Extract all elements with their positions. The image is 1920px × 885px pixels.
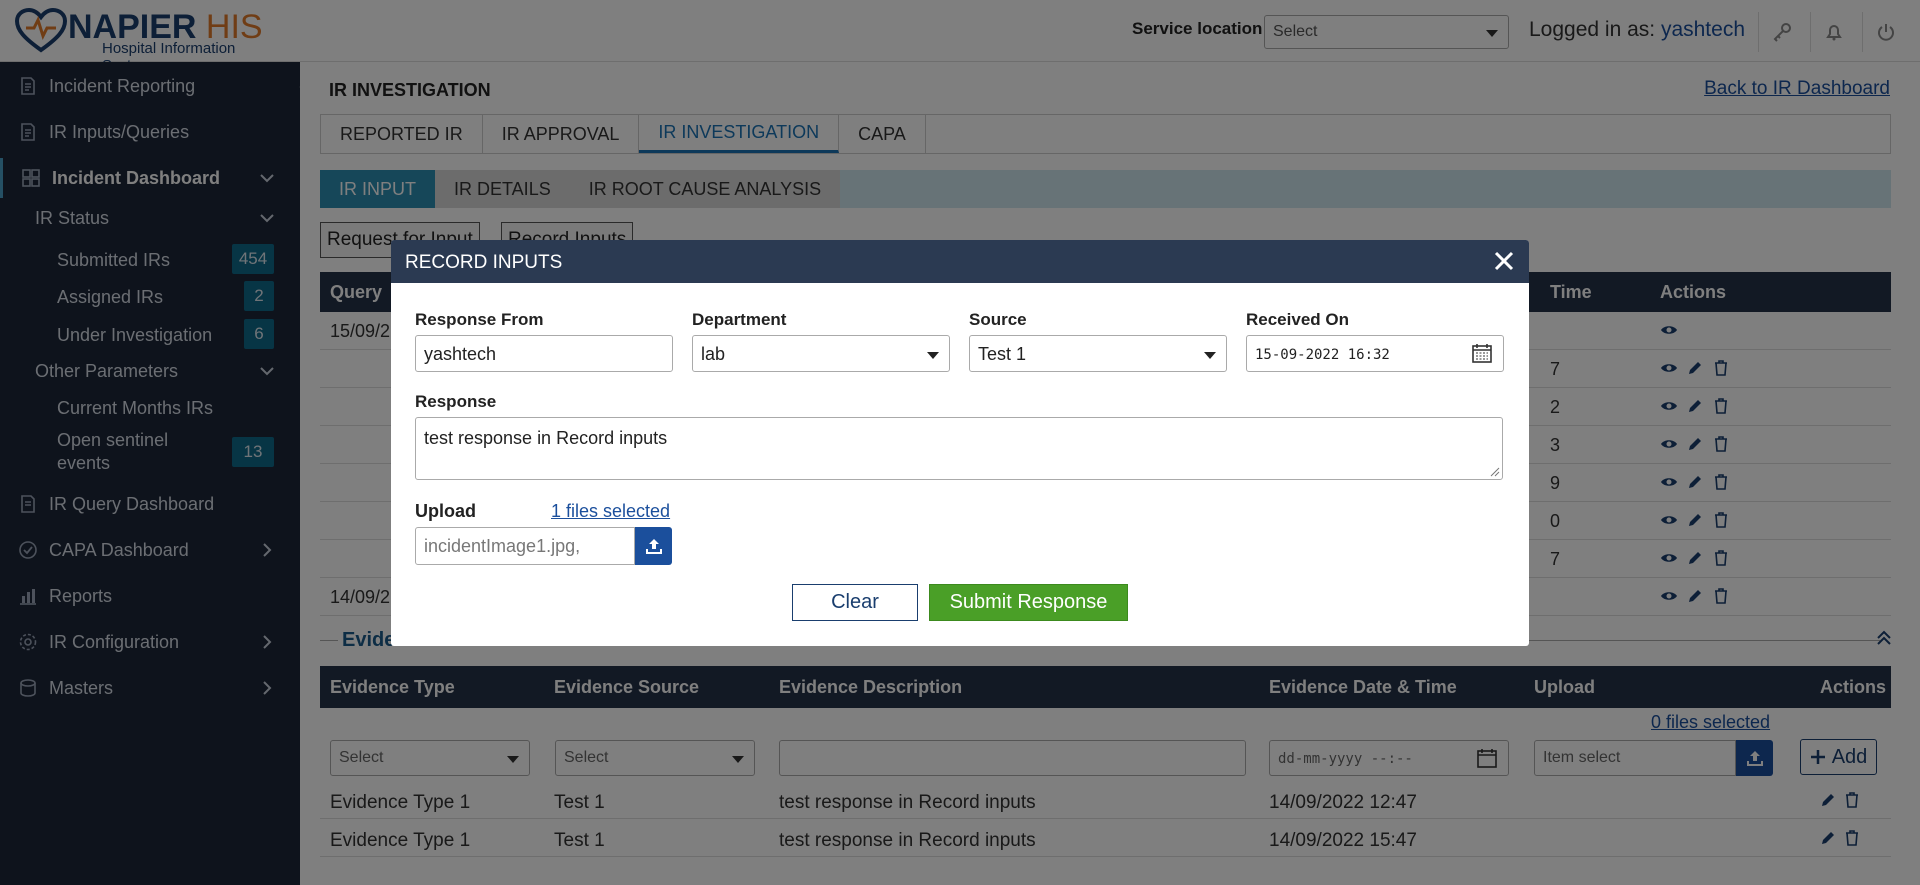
- source-label: Source: [969, 310, 1027, 329]
- clear-button[interactable]: Clear: [792, 584, 918, 621]
- response-value: test response in Record inputs: [424, 428, 668, 448]
- chevron-down-icon: [927, 352, 939, 359]
- source-value: Test 1: [978, 344, 1027, 364]
- modal-header: RECORD INPUTS: [391, 240, 1529, 283]
- response-from-input[interactable]: yashtech: [415, 335, 673, 372]
- department-select[interactable]: lab: [692, 335, 950, 372]
- close-icon[interactable]: [1491, 248, 1517, 274]
- response-from-value: yashtech: [424, 344, 497, 364]
- source-select[interactable]: Test 1: [969, 335, 1227, 372]
- received-on-value: 15-09-2022 16:32: [1255, 347, 1390, 363]
- response-from-label: Response From: [415, 310, 544, 329]
- chevron-down-icon: [1204, 352, 1216, 359]
- resize-handle-icon[interactable]: [1490, 467, 1500, 477]
- response-label: Response: [415, 392, 497, 411]
- upload-file-value: incidentImage1.jpg,: [424, 536, 581, 556]
- response-textarea[interactable]: test response in Record inputs: [415, 417, 1503, 480]
- department-label: Department: [692, 310, 787, 329]
- files-selected-link[interactable]: 1 files selected: [551, 501, 670, 522]
- department-value: lab: [701, 344, 726, 364]
- calendar-icon[interactable]: [1471, 342, 1493, 364]
- received-on-input[interactable]: 15-09-2022 16:32: [1246, 335, 1504, 372]
- upload-file-field[interactable]: incidentImage1.jpg,: [415, 527, 635, 565]
- record-inputs-modal: RECORD INPUTS Response From yashtech Dep…: [391, 240, 1529, 646]
- upload-label: Upload: [415, 501, 476, 521]
- submit-response-button[interactable]: Submit Response: [929, 584, 1128, 621]
- modal-title: RECORD INPUTS: [405, 252, 563, 273]
- upload-button[interactable]: [635, 527, 672, 565]
- received-on-label: Received On: [1246, 310, 1349, 329]
- upload-icon: [645, 539, 662, 554]
